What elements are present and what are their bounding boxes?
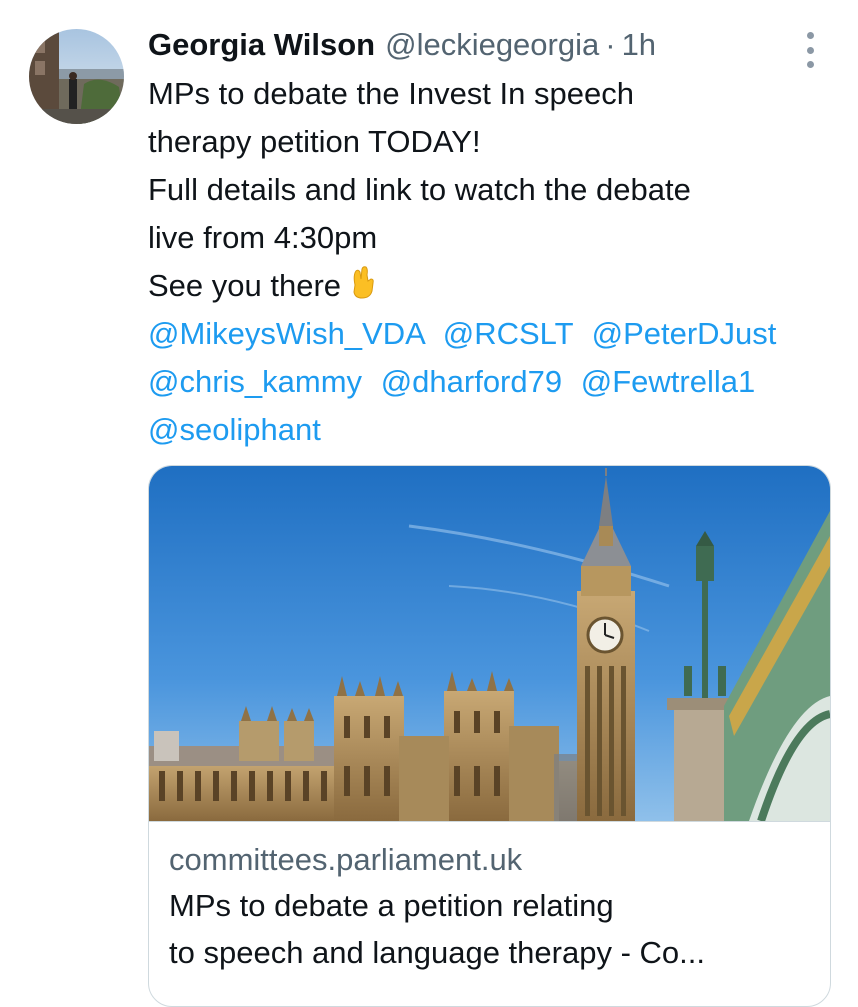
mention-link[interactable]: @MikeysWish_VDA — [148, 316, 424, 351]
tweet-text-line: live from 4:30pm — [148, 220, 378, 255]
card-image — [149, 466, 830, 821]
author-handle[interactable]: @leckiegeorgia — [385, 27, 599, 63]
mention-link[interactable]: @PeterDJust — [592, 316, 777, 351]
author-avatar[interactable] — [29, 29, 124, 124]
more-dot — [806, 61, 814, 68]
link-preview-card[interactable]: committees.parliament.uk MPs to debate a… — [148, 465, 831, 1007]
separator-dot: · — [605, 27, 616, 62]
tweet-header: Georgia Wilson @leckiegeorgia · 1h — [148, 22, 656, 68]
mention-link[interactable]: @seoliphant — [148, 412, 321, 447]
mention-link[interactable]: @RCSLT — [443, 316, 573, 351]
crossed-fingers-emoji-icon — [347, 265, 377, 313]
mentions-line: @MikeysWish_VDA @RCSLT @PeterDJust — [148, 310, 838, 358]
more-dot — [806, 32, 814, 39]
card-title-line: to speech and language therapy - Co... — [169, 935, 705, 970]
card-domain: committees.parliament.uk — [169, 842, 523, 877]
tweet-timestamp[interactable]: 1h — [622, 27, 656, 63]
mention-link[interactable]: @chris_kammy — [148, 364, 362, 399]
more-dot — [806, 46, 814, 54]
card-title: MPs to debate a petition relating to spe… — [169, 882, 810, 976]
mention-link[interactable]: @dharford79 — [381, 364, 562, 399]
author-name[interactable]: Georgia Wilson — [148, 27, 375, 63]
mentions-line: @chris_kammy @dharford79 @Fewtrella1 — [148, 358, 838, 406]
tweet-text-line: Full details and link to watch the debat… — [148, 172, 691, 207]
card-title-line: MPs to debate a petition relating — [169, 888, 614, 923]
tweet-text-line: MPs to debate the Invest In speech — [148, 76, 634, 111]
more-options-icon[interactable] — [800, 32, 820, 68]
tweet-text-line: See you there — [148, 268, 342, 303]
tweet-text-line-with-emoji: See you there — [148, 262, 838, 310]
tweet-text: MPs to debate the Invest In speech thera… — [148, 70, 838, 454]
mention-link[interactable]: @Fewtrella1 — [581, 364, 755, 399]
tweet-text-line: therapy petition TODAY! — [148, 124, 481, 159]
card-body: committees.parliament.uk MPs to debate a… — [149, 821, 830, 976]
mentions-line: @seoliphant — [148, 406, 838, 454]
